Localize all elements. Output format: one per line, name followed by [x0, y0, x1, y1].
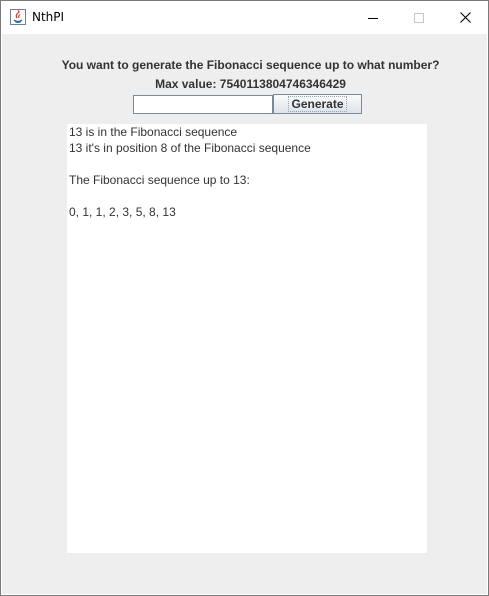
- content-pane: You want to generate the Fibonacci seque…: [2, 34, 487, 594]
- output-line: 0, 1, 1, 2, 3, 5, 8, 13: [69, 205, 176, 219]
- output-line: 13 it's in position 8 of the Fibonacci s…: [69, 141, 311, 155]
- question-label: You want to generate the Fibonacci seque…: [61, 58, 440, 72]
- minimize-icon: [368, 17, 378, 19]
- output-text-area[interactable]: 13 is in the Fibonacci sequence 13 it's …: [67, 124, 427, 553]
- max-value-label: Max value: 7540113804746346429: [155, 77, 346, 91]
- number-input[interactable]: [133, 95, 273, 114]
- close-button[interactable]: [442, 1, 488, 34]
- title-bar[interactable]: NthPI: [1, 1, 488, 34]
- minimize-button[interactable]: [350, 1, 396, 34]
- app-window: NthPI You want to generate the Fibonacci…: [0, 0, 489, 596]
- maximize-icon: [414, 12, 424, 23]
- maximize-button[interactable]: [396, 1, 442, 34]
- output-line: The Fibonacci sequence up to 13:: [69, 173, 250, 187]
- close-icon: [459, 12, 471, 23]
- generate-button[interactable]: Generate: [273, 94, 362, 114]
- window-title: NthPI: [32, 10, 65, 24]
- java-icon: [10, 9, 26, 25]
- generate-button-label: Generate: [288, 96, 347, 112]
- output-line: 13 is in the Fibonacci sequence: [69, 125, 238, 139]
